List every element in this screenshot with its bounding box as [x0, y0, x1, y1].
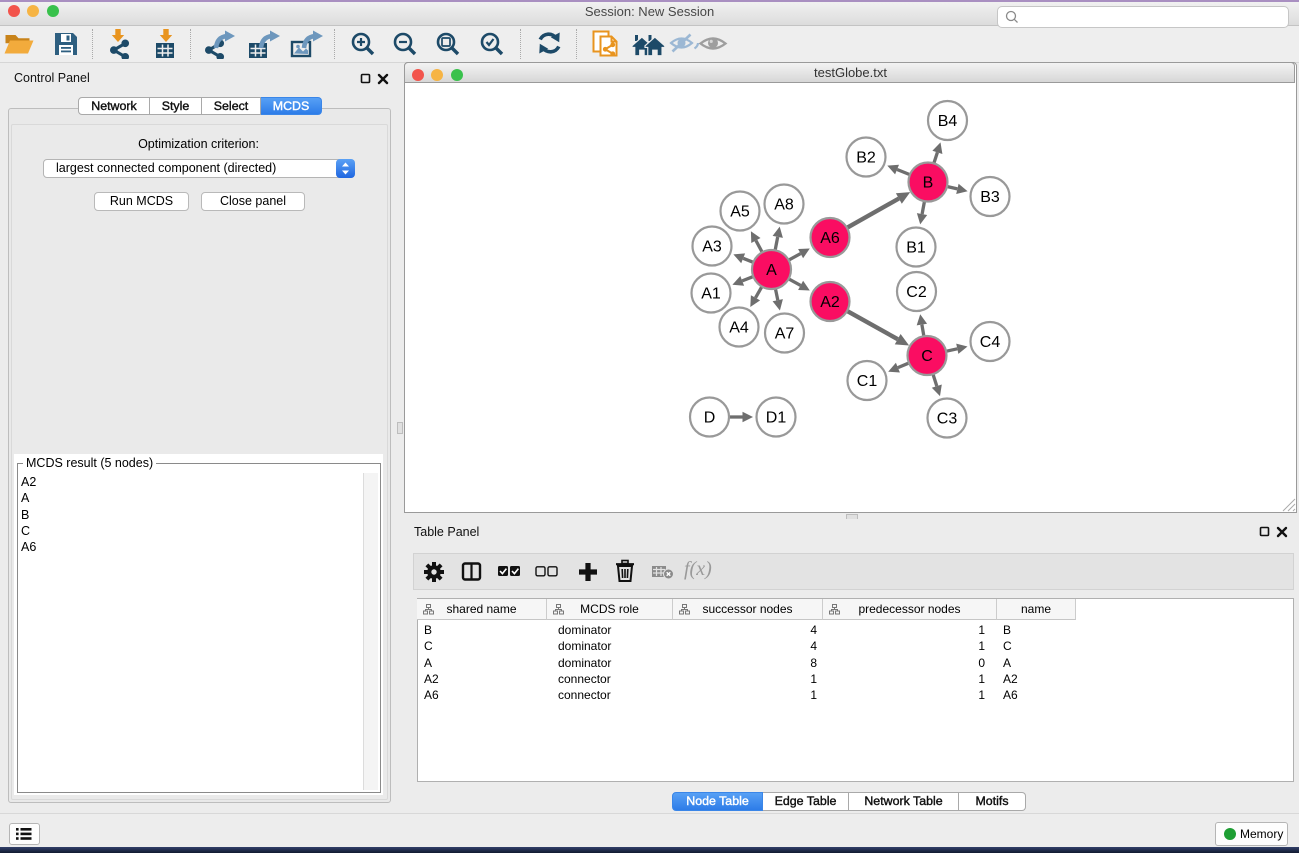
svg-text:A3: A3 [702, 239, 722, 256]
svg-text:B2: B2 [856, 150, 876, 167]
svg-text:A8: A8 [774, 197, 794, 214]
svg-text:B3: B3 [980, 189, 1000, 206]
svg-text:B4: B4 [938, 113, 958, 130]
svg-text:A: A [766, 262, 777, 279]
svg-text:D1: D1 [766, 410, 787, 427]
svg-text:C4: C4 [980, 334, 1001, 351]
svg-text:C2: C2 [906, 284, 927, 301]
svg-text:A1: A1 [701, 286, 721, 303]
svg-text:A5: A5 [730, 204, 750, 221]
svg-text:B: B [923, 175, 934, 192]
svg-text:C3: C3 [937, 411, 958, 428]
svg-text:C: C [921, 348, 933, 365]
svg-text:A2: A2 [820, 294, 840, 311]
svg-text:B1: B1 [906, 240, 926, 257]
svg-text:C1: C1 [857, 373, 878, 390]
svg-text:D: D [704, 410, 716, 427]
svg-text:A4: A4 [729, 320, 749, 337]
svg-text:A6: A6 [820, 230, 840, 247]
svg-text:A7: A7 [775, 326, 795, 343]
